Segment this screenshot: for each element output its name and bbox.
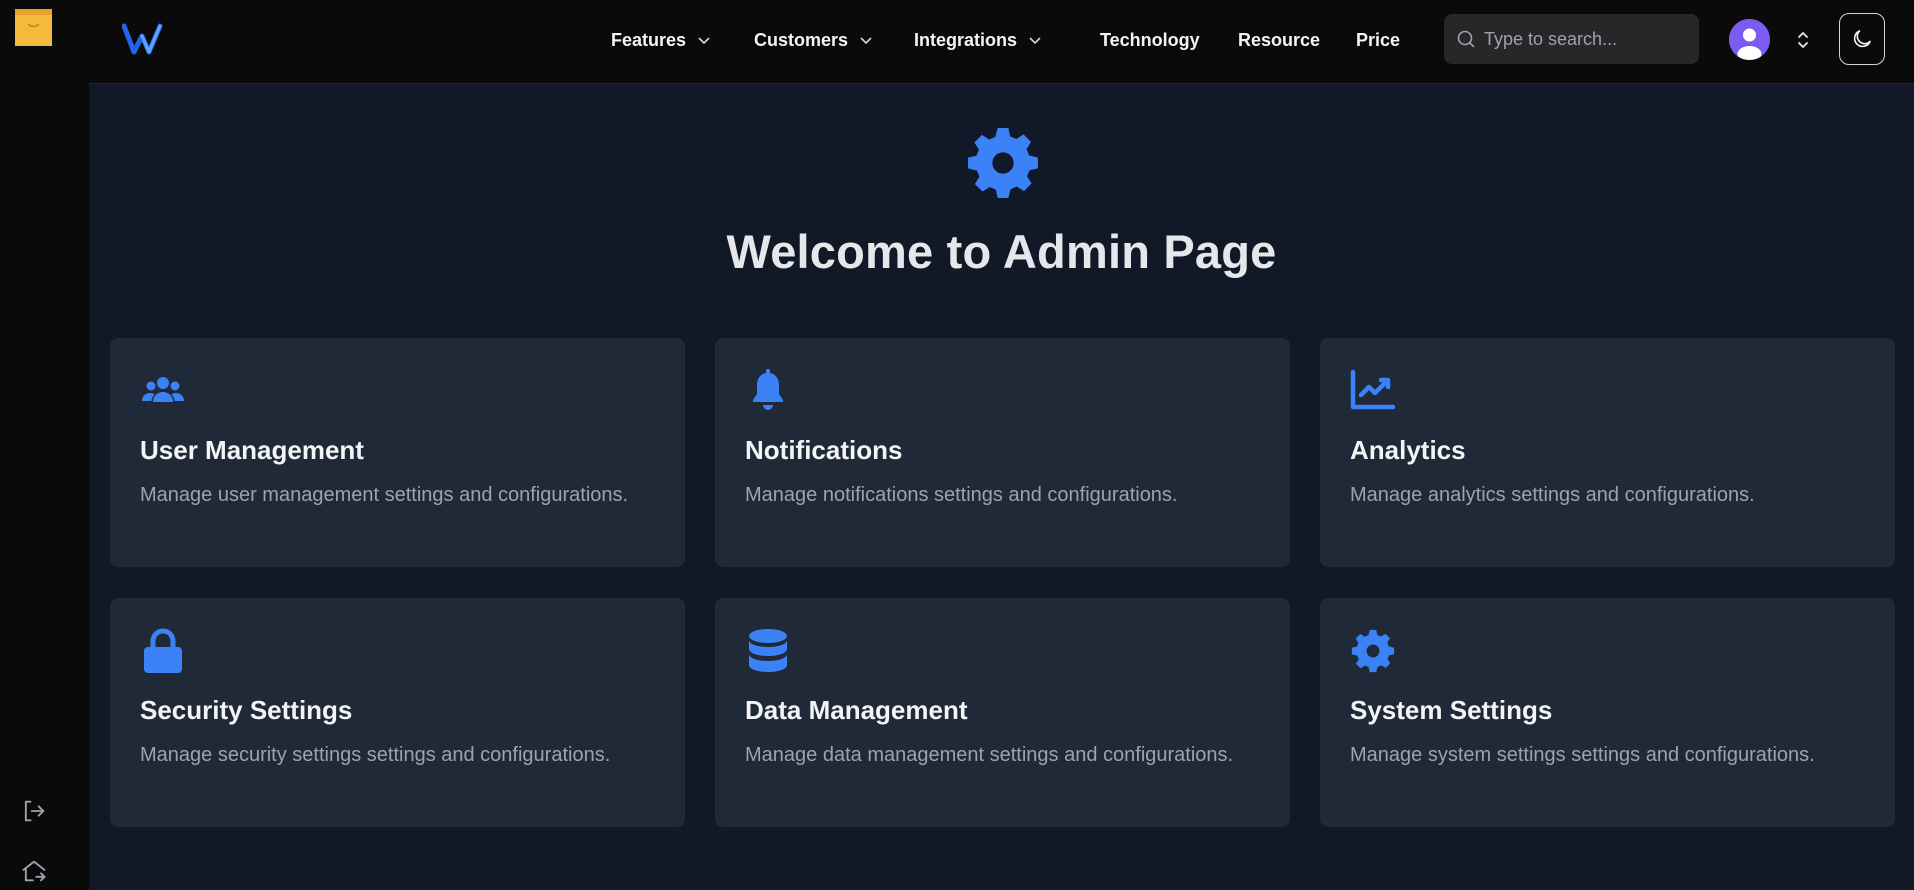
card-title: Data Management [745, 695, 968, 725]
card-title: Security Settings [140, 695, 353, 725]
brand-logo[interactable] [122, 20, 166, 58]
card-title: User Management [140, 435, 364, 465]
avatar[interactable] [1729, 19, 1770, 60]
search-input[interactable] [1484, 28, 1684, 50]
database-icon [745, 628, 791, 674]
nav-integrations[interactable]: Integrations [914, 26, 1043, 54]
card-description: Manage notifications settings and config… [745, 484, 1178, 506]
card-description: Manage system settings settings and conf… [1350, 744, 1815, 766]
card-title: Analytics [1350, 435, 1466, 465]
chevron-down-icon [860, 37, 872, 45]
nav-technology[interactable]: Technology [1100, 26, 1200, 54]
card-title: Notifications [745, 435, 903, 465]
bell-icon [745, 368, 791, 414]
main-content: Welcome to Admin Page User Management Ma… [89, 84, 1914, 890]
nav-features-label: Features [611, 29, 687, 50]
search-box[interactable] [1444, 14, 1699, 64]
users-icon [140, 368, 186, 414]
nav-technology-label: Technology [1100, 29, 1200, 50]
card-system-settings[interactable]: System Settings Manage system settings s… [1320, 598, 1895, 827]
card-data-management[interactable]: Data Management Manage data management s… [715, 598, 1290, 827]
card-security-settings[interactable]: Security Settings Manage security settin… [110, 598, 685, 827]
card-description: Manage analytics settings and configurat… [1350, 484, 1755, 506]
nav-resource[interactable]: Resource [1238, 26, 1320, 54]
moon-icon [1853, 30, 1871, 48]
chevron-down-icon [698, 37, 710, 45]
top-bar: Features Customers Integrations Technolo… [89, 0, 1914, 84]
app-launcher-icon[interactable] [15, 9, 52, 46]
card-analytics[interactable]: Analytics Manage analytics settings and … [1320, 338, 1895, 567]
nav-customers[interactable]: Customers [754, 26, 874, 54]
chevron-down-icon [1029, 37, 1041, 45]
app-root: Features Customers Integrations Technolo… [0, 0, 1914, 890]
nav-integrations-label: Integrations [914, 29, 1018, 50]
card-description: Manage security settings settings and co… [140, 744, 611, 766]
nav-price-label: Price [1356, 29, 1401, 50]
left-rail [0, 0, 89, 890]
nav-features[interactable]: Features [611, 26, 712, 54]
chart-line-icon [1350, 368, 1396, 414]
logout-icon[interactable] [18, 795, 50, 827]
card-user-management[interactable]: User Management Manage user management s… [110, 338, 685, 567]
card-title: System Settings [1350, 695, 1553, 725]
nav-resource-label: Resource [1238, 29, 1321, 50]
nav-price[interactable]: Price [1356, 26, 1400, 54]
lock-icon [140, 628, 186, 674]
gear-icon [965, 125, 1041, 201]
card-description: Manage user management settings and conf… [140, 484, 629, 506]
theme-toggle-button[interactable] [1839, 13, 1885, 65]
chevron-up-down-icon[interactable] [1793, 29, 1813, 51]
page-title: Welcome to Admin Page [726, 225, 1277, 278]
gear-icon [1350, 628, 1396, 674]
card-description: Manage data management settings and conf… [745, 744, 1234, 766]
search-icon [1457, 30, 1475, 48]
card-notifications[interactable]: Notifications Manage notifications setti… [715, 338, 1290, 567]
nav-customers-label: Customers [754, 29, 849, 50]
home-share-icon[interactable] [18, 855, 50, 887]
